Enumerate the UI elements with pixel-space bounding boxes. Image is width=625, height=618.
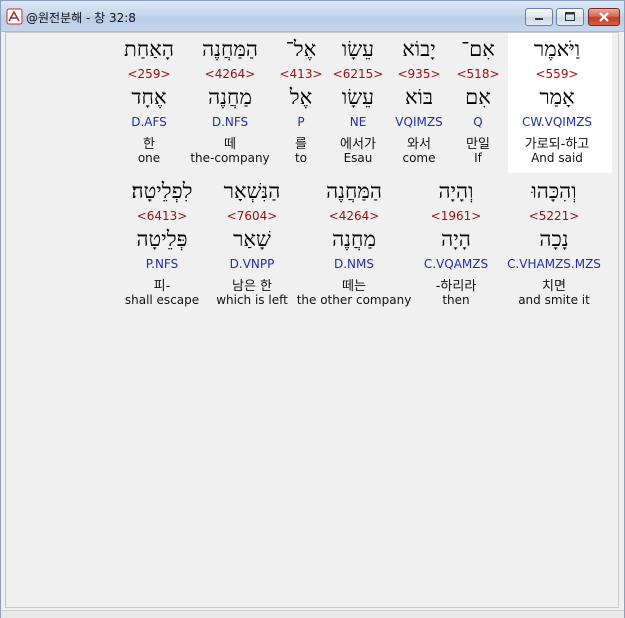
strong-number[interactable]: <559> [535,67,578,81]
morph-code: D.VNPP [229,257,275,271]
minimize-icon [535,18,543,20]
hebrew-surface: הַנִּשְׁאָר [223,179,281,203]
window-title: @원전분해 - 창 32:8 [26,11,136,25]
morph-code: D.NFS [211,115,249,129]
korean-gloss: 에서가 [340,137,376,152]
korean-gloss: 치면 [542,279,566,294]
english-gloss: which is left [216,293,288,307]
maximize-button[interactable] [556,8,584,26]
hebrew-lemma: אֶל [289,85,313,109]
hebrew-lemma: אָמַר [539,85,575,109]
hebrew-lemma: מַחֲנֶה [208,85,252,109]
strong-number[interactable]: <935> [397,67,440,81]
hebrew-lemma: נָכָה [539,227,569,251]
morph-code: C.VHAMZS.MZS [507,257,601,271]
morph-code: D.AFS [131,115,167,129]
hebrew-lemma: מַחֲנֶה [332,227,376,251]
hebrew-surface: יָבוֹא [402,37,436,61]
hebrew-lemma: פְּלֵיטָה [136,227,188,251]
hebrew-lemma: בּוֹא [404,85,434,109]
app-window: @원전분해 - 창 32:8 וַיֹּאמֶר <559> אָמַר CW.… [0,0,625,618]
morph-code: NE [349,115,367,129]
strong-number[interactable]: <4264> [329,209,380,223]
strong-number[interactable]: <4264> [205,67,256,81]
strong-number[interactable]: <6413> [137,209,188,223]
hebrew-surface: הַמַּחֲנֶה [326,179,382,203]
morph-code: Q [473,115,483,129]
korean-gloss: 피- [153,279,171,294]
english-gloss: shall escape [124,293,200,307]
english-gloss: If [474,151,482,165]
hebrew-lemma: הָיָה [441,227,471,251]
korean-gloss: 한 [143,137,155,152]
hebrew-surface: אִם־ [461,37,495,61]
hebrew-surface: הַמַּחֲנֶה [202,37,258,61]
korean-gloss: 떼는 [342,279,366,294]
strong-number[interactable]: <5221> [529,209,580,223]
english-gloss: and smite it [518,293,590,307]
korean-gloss: 를 [295,137,307,152]
korean-gloss: 가로되-하고 [524,137,590,152]
strong-number[interactable]: <518> [456,67,499,81]
hebrew-lemma: אֶחָד [131,85,167,109]
minimize-button[interactable] [525,8,553,26]
title-bar[interactable]: @원전분해 - 창 32:8 [1,1,624,32]
korean-gloss: -하리라 [435,279,477,294]
strong-number[interactable]: <6215> [333,67,384,81]
analysis-pane[interactable]: וַיֹּאמֶר <559> אָמַר CW.VQIMZS 가로되-하고 A… [5,32,619,608]
hebrew-surface: וְהִכָּהוּ [531,179,577,203]
strong-number[interactable]: <1961> [431,209,482,223]
hebrew-lemma: עֵשָׂו [341,85,375,109]
strong-number[interactable]: <7604> [227,209,278,223]
maximize-icon [565,12,575,21]
morph-code: CW.VQIMZS [521,115,593,129]
morph-code: P [297,115,305,129]
morph-code: D.NMS [333,257,375,271]
hebrew-surface: עֵשָׂו [341,37,375,61]
english-gloss: one [137,151,161,165]
hebrew-surface: וְהָיָה [438,179,474,203]
morph-code: C.VQAMZS [423,257,489,271]
strong-number[interactable]: <259> [127,67,170,81]
hebrew-surface: וַיֹּאמֶר [533,37,581,61]
korean-gloss: 떼 [224,137,236,152]
english-gloss: then [442,293,470,307]
close-button[interactable] [588,8,620,26]
korean-gloss: 만일 [466,137,490,152]
english-gloss: the-company [190,151,270,165]
english-gloss: And said [531,151,583,165]
app-logo-icon [6,8,23,25]
english-gloss: Esau [343,151,373,165]
hebrew-surface: אֶל־ [285,37,317,61]
english-gloss: the other company [296,293,412,307]
morph-code: P.NFS [145,257,179,271]
morph-code: VQIMZS [395,115,443,129]
hebrew-lemma: שָׁאַר [233,227,271,251]
status-bar [1,610,624,618]
close-icon [599,12,609,22]
hebrew-surface: לִפְלֵיטָה׃ [131,179,193,203]
english-gloss: come [402,151,436,165]
hebrew-surface: הָאַחַת [124,37,174,61]
korean-gloss: 남은 한 [231,279,273,294]
hebrew-lemma: אִם [465,85,491,109]
korean-gloss: 와서 [407,137,431,152]
strong-number[interactable]: <413> [279,67,322,81]
english-gloss: to [294,151,308,165]
